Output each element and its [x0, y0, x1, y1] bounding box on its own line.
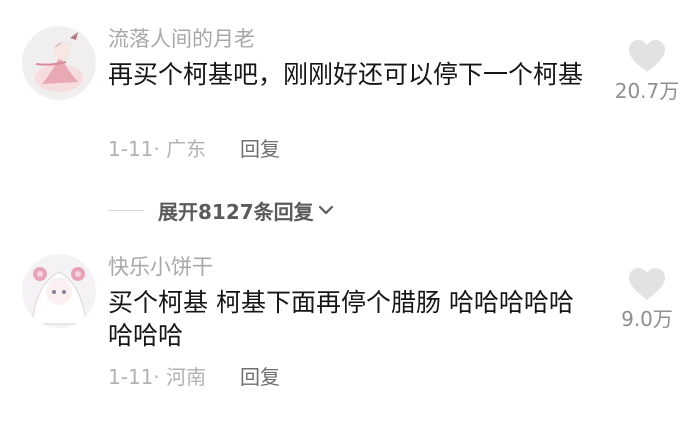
- heart-icon: [629, 268, 665, 300]
- like-count: 20.7万: [614, 79, 680, 103]
- expand-divider: [108, 209, 144, 211]
- comment-location: 河南: [166, 365, 207, 389]
- avatar-anime-girl-white-hair-icon: [22, 254, 96, 328]
- reply-button[interactable]: 回复: [240, 136, 280, 162]
- comment-location: 广东: [166, 137, 207, 161]
- like-count: 9.0万: [621, 307, 673, 331]
- meta-separator: ·: [153, 365, 167, 389]
- reply-button[interactable]: 回复: [240, 364, 280, 390]
- avatar-anime-character-pink-icon: [22, 26, 96, 100]
- comment-username[interactable]: 快乐小饼干: [108, 254, 213, 280]
- comment-meta: 1-11· 广东: [108, 136, 206, 162]
- comment-text: 再买个柯基吧，刚刚好还可以停下一个柯基: [108, 60, 584, 89]
- like-button[interactable]: 9.0万: [607, 268, 687, 332]
- comment-list: 流落人间的月老 再买个柯基吧，刚刚好还可以停下一个柯基 1-11· 广东 回复 …: [0, 0, 690, 423]
- heart-icon: [629, 40, 665, 72]
- comment-text: 买个柯基 柯基下面再停个腊肠 哈哈哈哈哈哈哈哈: [108, 288, 574, 350]
- comment-date: 1-11: [108, 137, 154, 161]
- comment-meta: 1-11· 河南: [108, 364, 206, 390]
- avatar[interactable]: [22, 254, 96, 328]
- comment-username[interactable]: 流落人间的月老: [108, 26, 255, 52]
- meta-separator: ·: [153, 137, 167, 161]
- like-button[interactable]: 20.7万: [607, 40, 687, 104]
- expand-replies-button[interactable]: 展开8127条回复: [108, 196, 334, 224]
- chevron-down-icon: [318, 205, 333, 215]
- avatar[interactable]: [22, 26, 96, 100]
- expand-replies-label: 展开8127条回复: [158, 199, 314, 224]
- comment-date: 1-11: [108, 365, 154, 389]
